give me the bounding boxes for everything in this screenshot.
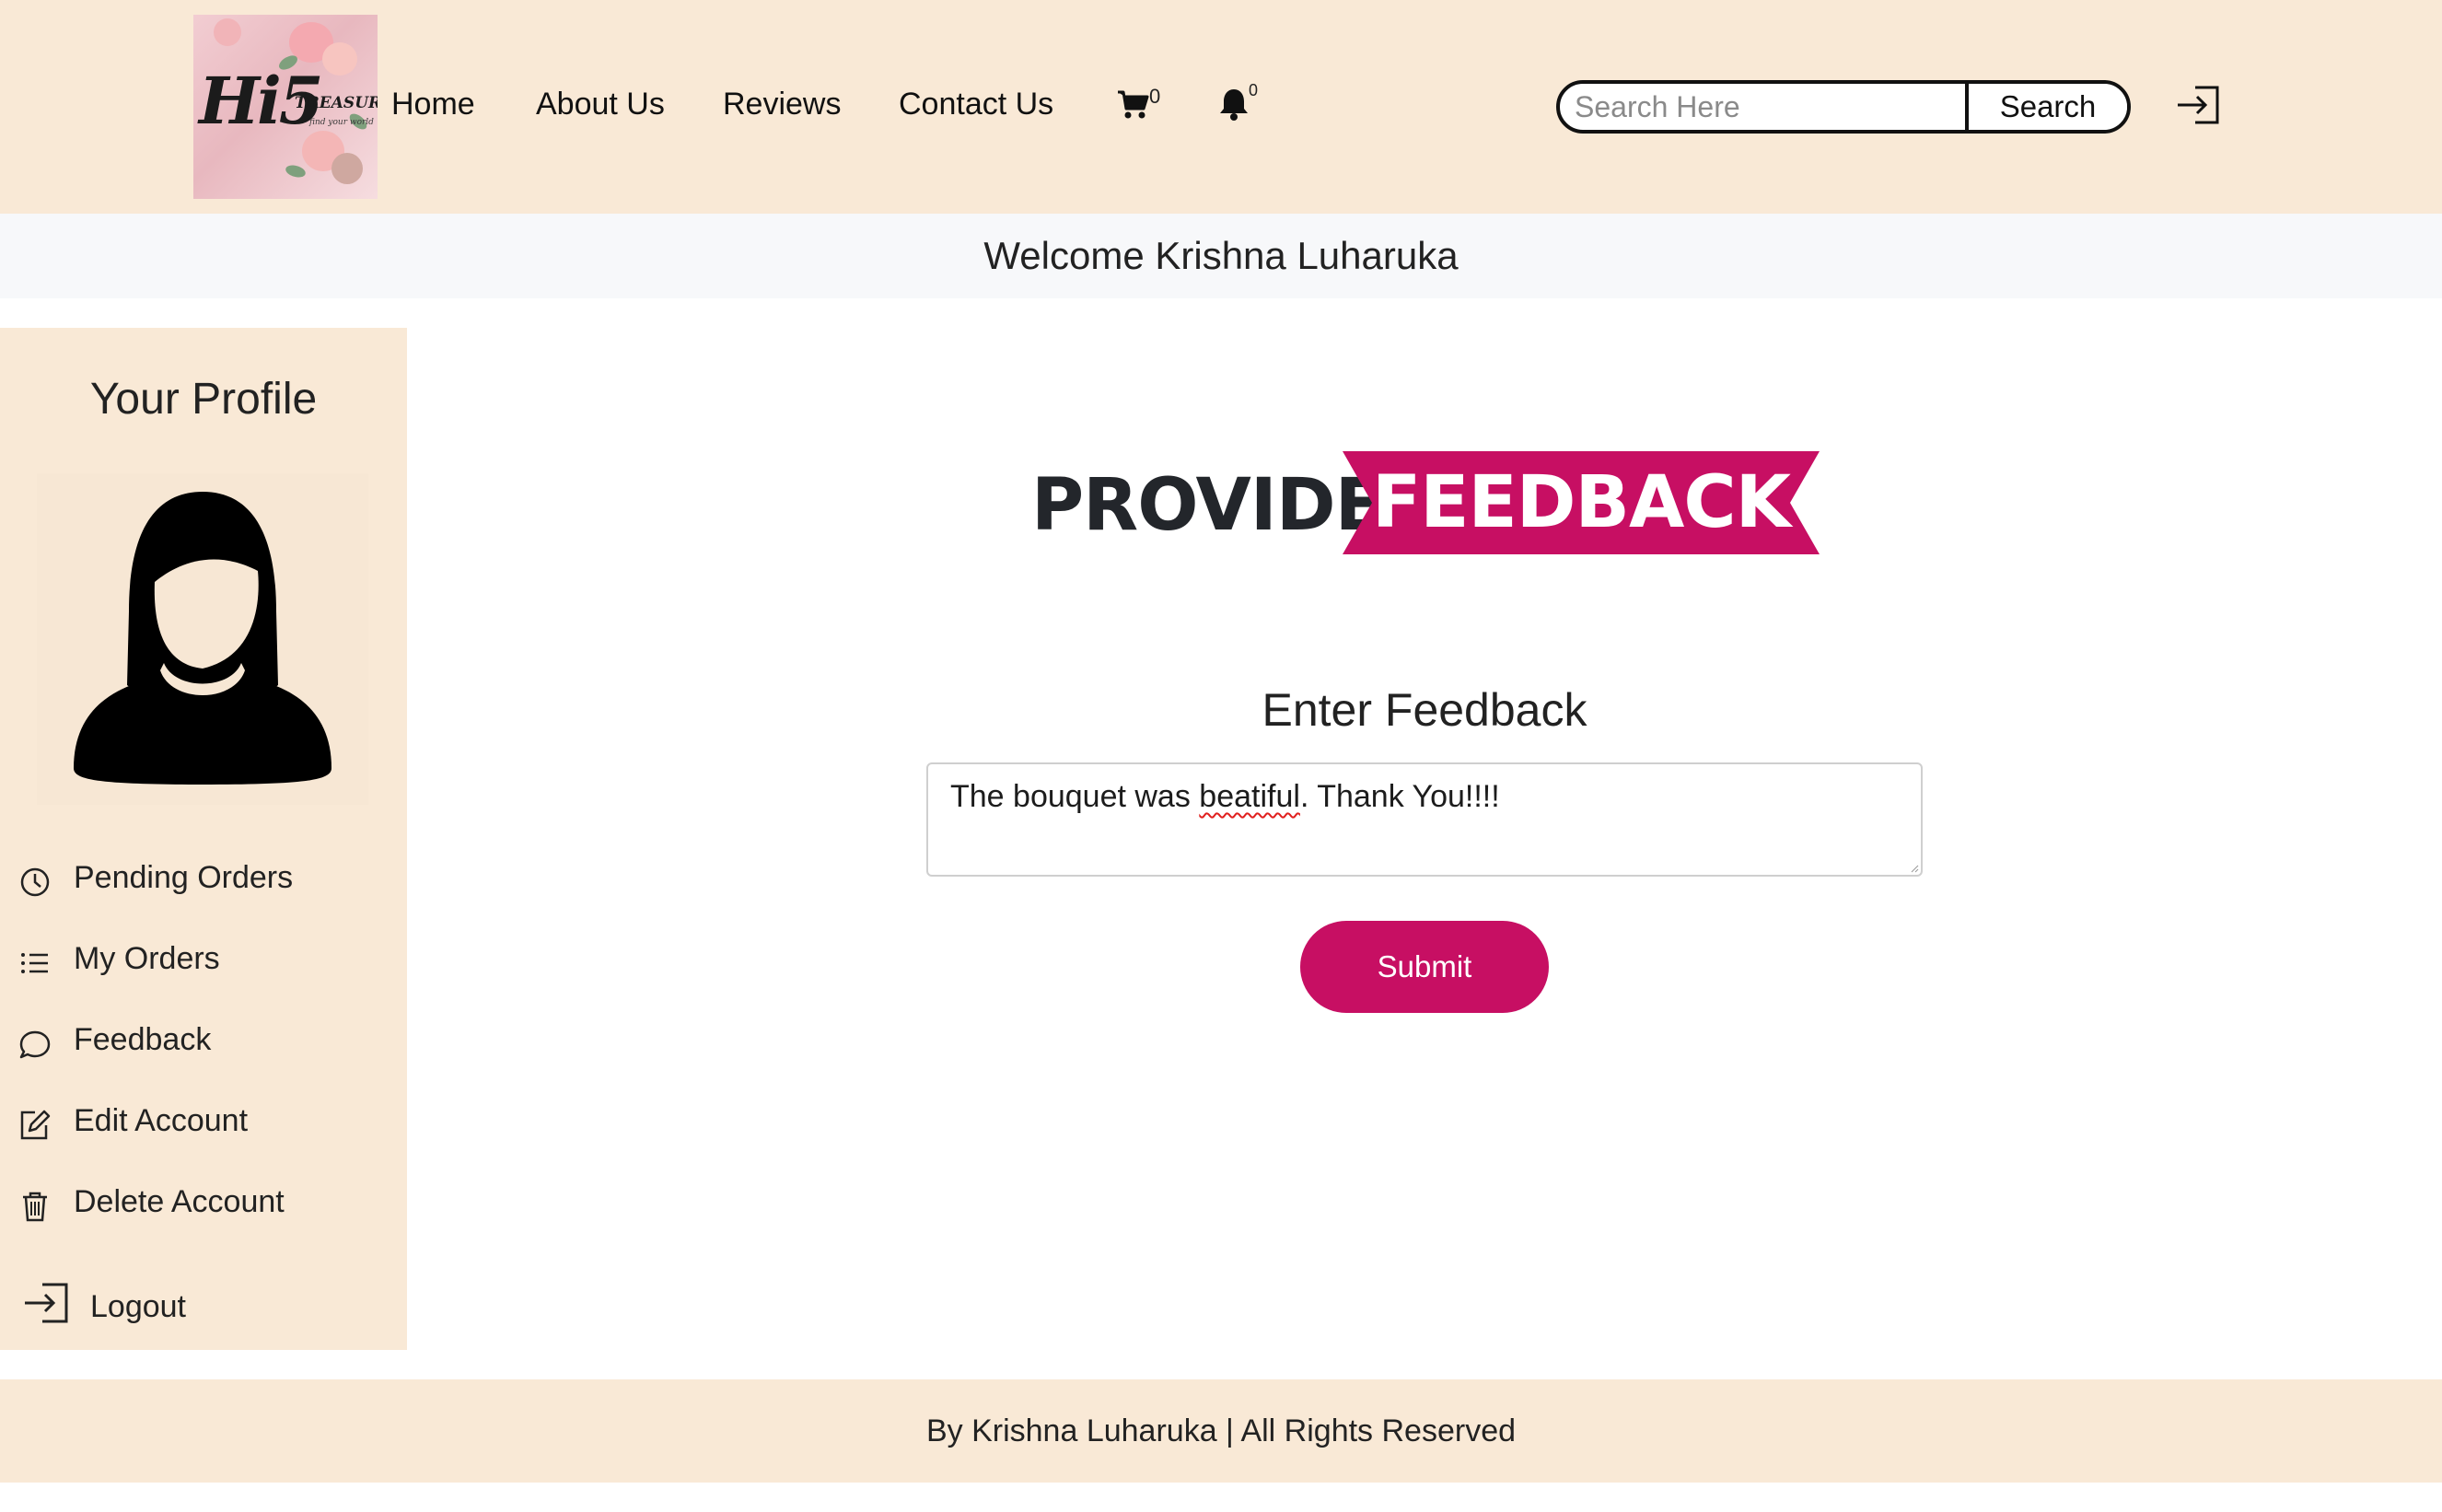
feedback-text: . Thank You!!!! [1299,779,1500,814]
cart-count-badge: 0 [1149,85,1161,108]
sidebar-item-pending-orders[interactable]: Pending Orders [18,851,387,906]
heading-feedback: FEEDBACK [1371,461,1791,544]
sidebar-item-delete-account[interactable]: Delete Account [18,1175,387,1230]
nav-link-home[interactable]: Home [391,87,475,122]
search-button[interactable]: Search [1965,84,2127,130]
spellcheck-misspelled-word: beatiful [1199,779,1300,814]
sidebar-item-edit-account[interactable]: Edit Account [18,1094,387,1149]
login-icon[interactable] [2175,85,2221,125]
clock-icon [20,867,50,897]
heading-ribbon: FEEDBACK [1343,451,1820,554]
logout-icon [25,1283,68,1323]
resize-handle-icon[interactable] [1910,864,1919,873]
sidebar-item-label: My Orders [74,941,220,976]
site-footer: By Krishna Luharuka | All Rights Reserve… [0,1379,2442,1483]
trash-icon [23,1192,47,1222]
sidebar-item-my-orders[interactable]: My Orders [18,932,387,987]
sidebar-item-label: Pending Orders [74,860,294,895]
notification-bell-icon[interactable] [1217,87,1250,122]
logo-flower [331,153,363,184]
sidebar-item-label: Feedback [74,1022,212,1057]
cart-icon[interactable] [1117,88,1150,122]
nav-link-contact[interactable]: Contact Us [899,87,1053,122]
logo-flower [322,42,357,76]
search-input[interactable] [1560,84,1965,130]
sidebar-item-label: Logout [90,1289,186,1324]
logo-subtitle: TREASURES [295,94,378,112]
profile-sidebar: Your Profile Pending Orders My Orders Fe… [0,328,407,1350]
sidebar-item-feedback[interactable]: Feedback [18,1013,387,1068]
logo-flower [214,18,241,46]
submit-button[interactable]: Submit [1300,921,1549,1013]
chat-bubble-icon [19,1030,51,1059]
edit-icon [20,1110,51,1140]
notification-count-badge: 0 [1249,81,1259,99]
list-icon [21,953,48,973]
logo-leaf [284,163,308,180]
welcome-message: Welcome Krishna Luharuka [0,214,2442,298]
sidebar-item-label: Delete Account [74,1184,285,1219]
feedback-textarea[interactable]: The bouquet was beatiful. Thank You!!!! [926,762,1923,877]
heading-provide: PROVIDE [1031,464,1384,547]
site-header: Hi5 TREASURES find your world Home About… [0,0,2442,214]
profile-title: Your Profile [89,375,318,424]
sidebar-item-logout[interactable]: Logout [18,1271,387,1326]
feedback-field-label: Enter Feedback [1262,684,1587,736]
search-bar: Search [1556,80,2131,134]
user-avatar-icon [37,473,368,805]
nav-link-reviews[interactable]: Reviews [723,87,841,122]
logo-tagline: find your world [309,118,374,127]
nav-link-about[interactable]: About Us [536,87,665,122]
feedback-text: The bouquet was [950,779,1200,814]
brand-logo[interactable]: Hi5 TREASURES find your world [193,15,378,199]
sidebar-item-label: Edit Account [74,1103,249,1138]
